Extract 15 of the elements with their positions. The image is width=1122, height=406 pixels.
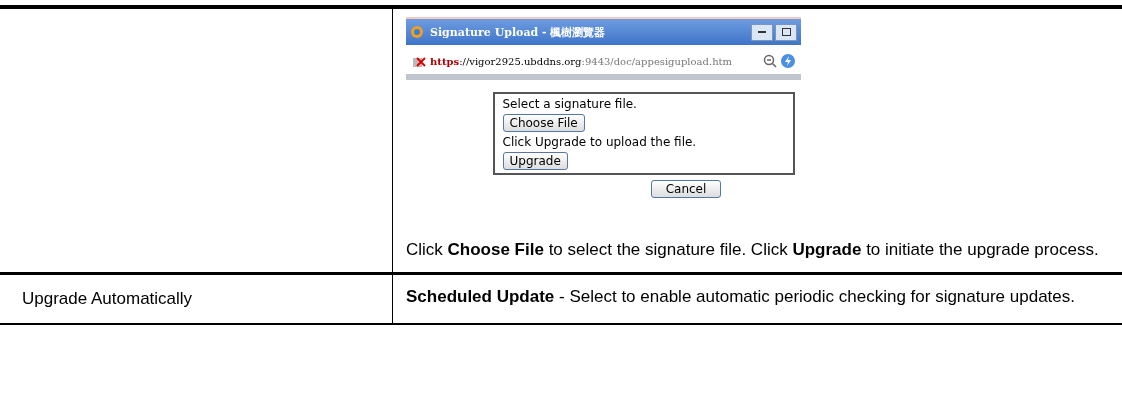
cancel-button[interactable]: Cancel [650,180,722,198]
lightning-icon[interactable] [781,54,795,68]
insecure-lock-icon [412,54,428,68]
window-title: Signature Upload - 楓樹瀏覽器 [430,24,607,40]
description-text: Click Choose File to select the signature file. Click Upgrade to initiate the upgrade process. [406,239,1100,261]
instruction-text: Click Upgrade to upload the file. [502,135,697,149]
instruction-text: Select a signature file. [502,97,637,111]
browser-logo-icon [410,25,424,39]
description-text: Scheduled Update - Select to enable automatic periodic checking for signature updates. [406,286,1076,308]
maximize-button[interactable] [775,23,797,41]
minimize-button[interactable] [751,23,773,41]
zoom-icon[interactable] [763,54,777,68]
upgrade-button[interactable]: Upgrade [502,152,568,170]
choose-file-button[interactable]: Choose File [502,114,585,132]
row-label: Upgrade Automatically [22,289,193,309]
